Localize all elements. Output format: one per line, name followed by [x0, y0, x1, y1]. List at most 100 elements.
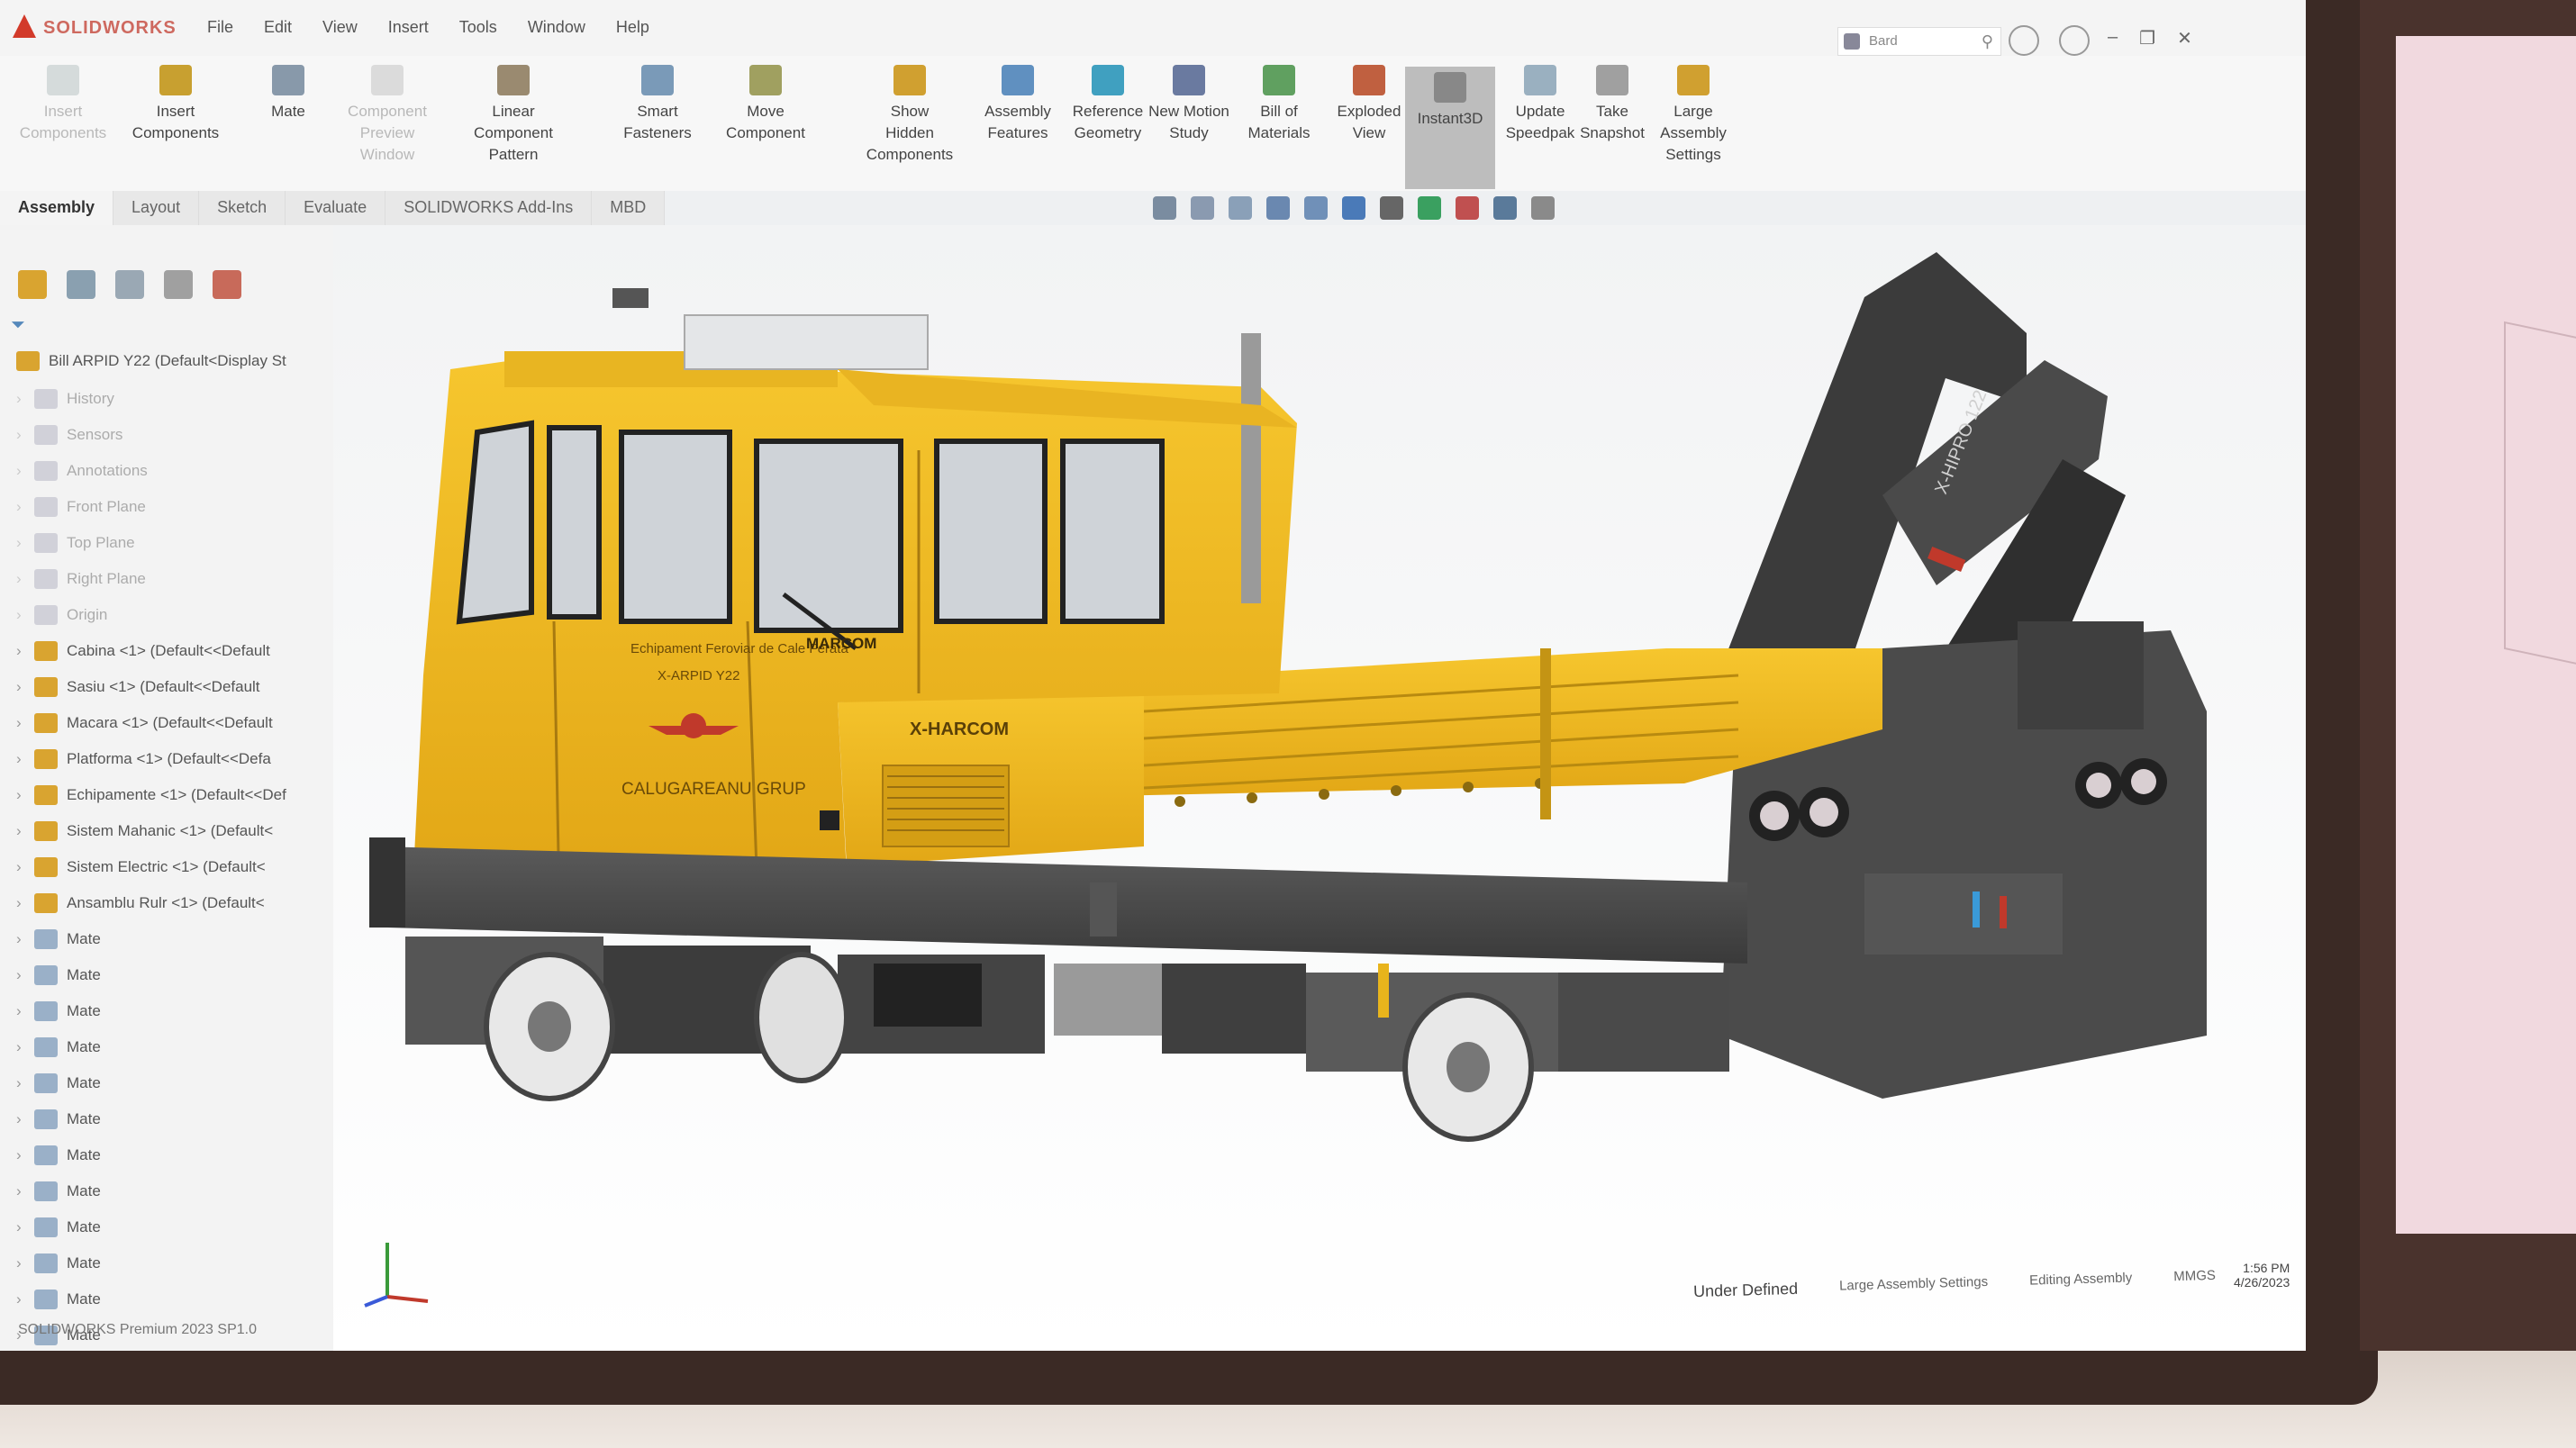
- tree-root-assembly[interactable]: Bill ARPID Y22 (Default<Display St: [16, 351, 286, 371]
- tab-addins[interactable]: SOLIDWORKS Add-Ins: [385, 191, 593, 225]
- tree-item-mate[interactable]: › Mate: [16, 965, 101, 985]
- expand-icon[interactable]: ›: [16, 390, 25, 408]
- tree-item-component[interactable]: › Sistem Mahanic <1> (Default<: [16, 821, 273, 841]
- expand-icon[interactable]: ›: [16, 426, 25, 444]
- ribbon-button-reference-geometry[interactable]: Reference Geometry: [1063, 65, 1153, 144]
- tab-mbd[interactable]: MBD: [592, 191, 666, 225]
- tree-item-mate[interactable]: › Mate: [16, 1001, 101, 1021]
- previous-view-icon[interactable]: [1229, 196, 1252, 220]
- filter-icon[interactable]: ⏷: [11, 315, 25, 336]
- feature-manager-icon[interactable]: [18, 270, 47, 299]
- menu-view[interactable]: View: [322, 18, 358, 37]
- tab-sketch[interactable]: Sketch: [199, 191, 286, 225]
- dynamic-annotation-icon[interactable]: [1304, 196, 1328, 220]
- expand-icon[interactable]: ›: [16, 642, 25, 660]
- expand-icon[interactable]: ›: [16, 1290, 25, 1308]
- menu-file[interactable]: File: [207, 18, 233, 37]
- zoom-area-icon[interactable]: [1191, 196, 1214, 220]
- expand-icon[interactable]: ›: [16, 750, 25, 768]
- expand-icon[interactable]: ›: [16, 1110, 25, 1128]
- configuration-manager-icon[interactable]: [115, 270, 144, 299]
- ribbon-button-show-hidden-components[interactable]: Show Hidden Components: [865, 65, 955, 166]
- expand-icon[interactable]: ›: [16, 1074, 25, 1092]
- expand-icon[interactable]: ›: [16, 930, 25, 948]
- tree-item-mate[interactable]: › Mate: [16, 1037, 101, 1057]
- expand-icon[interactable]: ›: [16, 858, 25, 876]
- property-manager-icon[interactable]: [67, 270, 95, 299]
- tree-item-right-plane[interactable]: › Right Plane: [16, 569, 146, 589]
- ribbon-button-linear-component-pattern[interactable]: Linear Component Pattern: [468, 65, 558, 166]
- restore-icon[interactable]: ❐: [2139, 27, 2155, 50]
- display-manager-icon[interactable]: [213, 270, 241, 299]
- graphics-area[interactable]: X-HIPRO 122 X-HARCOM Echipament Feroviar…: [333, 225, 2306, 1351]
- scene-icon[interactable]: [1493, 196, 1517, 220]
- tree-item-component[interactable]: › Sistem Electric <1> (Default<: [16, 857, 266, 877]
- help-icon[interactable]: [2059, 25, 2090, 56]
- display-style-icon[interactable]: [1380, 196, 1403, 220]
- search-box[interactable]: Bard ⚲: [1837, 27, 2001, 56]
- zoom-to-fit-icon[interactable]: [1153, 196, 1176, 220]
- expand-icon[interactable]: ›: [16, 714, 25, 732]
- tree-item-mate[interactable]: › Mate: [16, 1181, 101, 1201]
- tree-item-mate[interactable]: › Mate: [16, 929, 101, 949]
- status-units[interactable]: MMGS: [2173, 1268, 2216, 1288]
- tree-item-history[interactable]: › History: [16, 389, 114, 409]
- menu-tools[interactable]: Tools: [459, 18, 497, 37]
- tree-item-annotations[interactable]: › Annotations: [16, 461, 148, 481]
- hide-show-icon[interactable]: [1418, 196, 1441, 220]
- expand-icon[interactable]: ›: [16, 678, 25, 696]
- section-view-icon[interactable]: [1266, 196, 1290, 220]
- expand-icon[interactable]: ›: [16, 498, 25, 516]
- ribbon-button-bill-of-materials[interactable]: Bill of Materials: [1234, 65, 1324, 144]
- tree-item-origin[interactable]: › Origin: [16, 605, 107, 625]
- view-orientation-icon[interactable]: [1342, 196, 1365, 220]
- close-icon[interactable]: ✕: [2177, 27, 2192, 50]
- ribbon-button-smart-fasteners[interactable]: Smart Fasteners: [612, 65, 703, 144]
- expand-icon[interactable]: ›: [16, 1254, 25, 1272]
- tree-item-top-plane[interactable]: › Top Plane: [16, 533, 135, 553]
- user-icon[interactable]: [2009, 25, 2039, 56]
- appearance-icon[interactable]: [1456, 196, 1479, 220]
- tree-item-mate[interactable]: › Mate: [16, 1073, 101, 1093]
- ribbon-button-mate[interactable]: Mate: [243, 65, 333, 122]
- expand-icon[interactable]: ›: [16, 894, 25, 912]
- tree-item-mate[interactable]: › Mate: [16, 1290, 101, 1309]
- expand-icon[interactable]: ›: [16, 534, 25, 552]
- expand-icon[interactable]: ›: [16, 1002, 25, 1020]
- expand-icon[interactable]: ›: [16, 1146, 25, 1164]
- expand-icon[interactable]: ›: [16, 786, 25, 804]
- tree-item-component[interactable]: › Macara <1> (Default<<Default: [16, 713, 273, 733]
- tree-item-front-plane[interactable]: › Front Plane: [16, 497, 146, 517]
- ribbon-button-new-motion-study[interactable]: New Motion Study: [1144, 65, 1234, 144]
- ribbon-button-take-snapshot[interactable]: Take Snapshot: [1567, 65, 1657, 144]
- tree-item-mate[interactable]: › Mate: [16, 1217, 101, 1237]
- expand-icon[interactable]: ›: [16, 822, 25, 840]
- ribbon-button-component-preview-window[interactable]: Component Preview Window: [342, 65, 432, 166]
- expand-icon[interactable]: ›: [16, 1182, 25, 1200]
- expand-icon[interactable]: ›: [16, 966, 25, 984]
- tree-item-mate[interactable]: › Mate: [16, 1145, 101, 1165]
- ribbon-button-exploded-view[interactable]: Exploded View: [1324, 65, 1414, 144]
- ribbon-button-insert-components[interactable]: Insert Components: [18, 65, 108, 144]
- tree-item-component[interactable]: › Sasiu <1> (Default<<Default: [16, 677, 260, 697]
- menu-edit[interactable]: Edit: [264, 18, 292, 37]
- tree-item-component[interactable]: › Ansamblu Rulr <1> (Default<: [16, 893, 265, 913]
- tree-item-mate[interactable]: › Mate: [16, 1253, 101, 1273]
- menu-insert[interactable]: Insert: [388, 18, 429, 37]
- expand-icon[interactable]: ›: [16, 570, 25, 588]
- ribbon-button-assembly-features[interactable]: Assembly Features: [973, 65, 1063, 144]
- solidworks-logo[interactable]: SOLIDWORKS: [13, 13, 176, 41]
- tree-item-mate[interactable]: › Mate: [16, 1109, 101, 1129]
- tree-item-component[interactable]: › Platforma <1> (Default<<Defa: [16, 749, 271, 769]
- ribbon-button-move-component[interactable]: Move Component: [721, 65, 811, 144]
- view-settings-icon[interactable]: [1531, 196, 1555, 220]
- expand-icon[interactable]: ›: [16, 1038, 25, 1056]
- ribbon-button-instant3d[interactable]: Instant3D: [1405, 67, 1495, 189]
- expand-icon[interactable]: ›: [16, 606, 25, 624]
- tab-evaluate[interactable]: Evaluate: [286, 191, 386, 225]
- tab-layout[interactable]: Layout: [113, 191, 200, 225]
- dimxpert-icon[interactable]: [164, 270, 193, 299]
- search-icon[interactable]: ⚲: [1982, 32, 1993, 51]
- ribbon-button-large-assembly-settings[interactable]: Large Assembly Settings: [1648, 65, 1738, 166]
- ribbon-button-insert-components[interactable]: Insert Components: [131, 65, 221, 144]
